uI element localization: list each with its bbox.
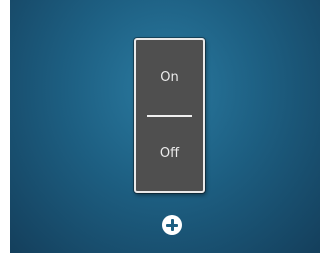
switch-on-label: On xyxy=(160,70,179,86)
plus-circle-icon[interactable] xyxy=(162,215,182,235)
toggle-switch[interactable]: On Off xyxy=(134,38,205,193)
switch-on-option[interactable]: On xyxy=(136,40,203,116)
switch-off-label: Off xyxy=(159,145,180,161)
device-panel: On Off xyxy=(10,0,320,253)
switch-off-option[interactable]: Off xyxy=(136,116,203,192)
